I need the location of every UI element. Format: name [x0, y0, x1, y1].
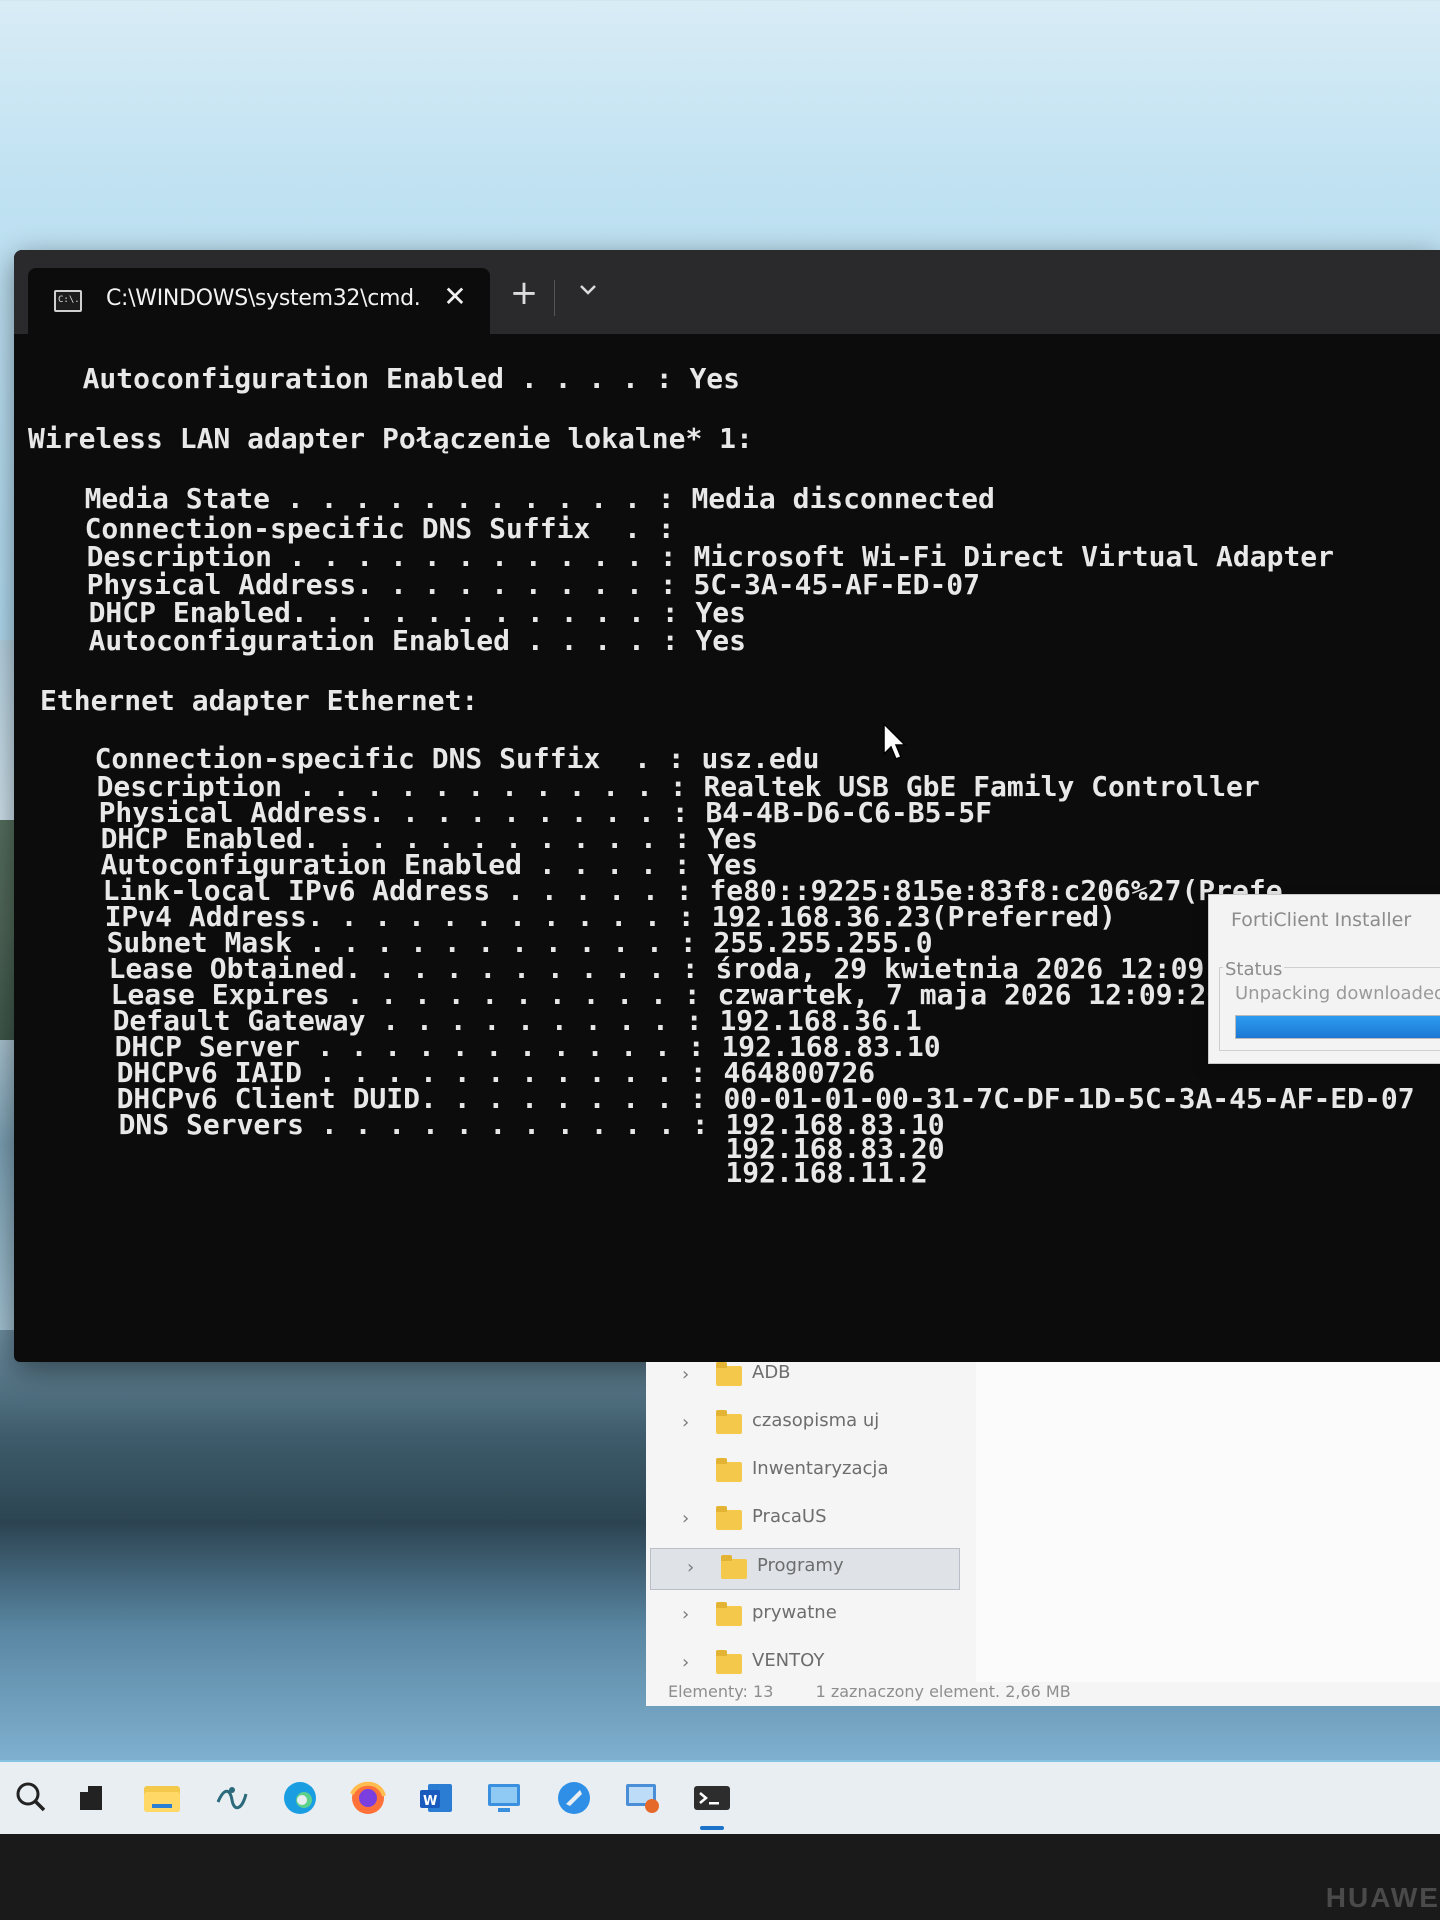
- firefox-icon[interactable]: [346, 1776, 390, 1820]
- remote-desktop-icon[interactable]: [482, 1776, 526, 1820]
- selection-info: 1 zaznaczony element. 2,66 MB: [815, 1682, 1071, 1701]
- tree-item-label: czasopisma uj: [752, 1410, 880, 1431]
- tree-item-label: ADB: [752, 1362, 791, 1383]
- terminal-tab[interactable]: C:\. C:\WINDOWS\system32\cmd. ✕: [28, 268, 490, 334]
- folder-icon: [716, 1410, 742, 1434]
- chevron-down-icon: [580, 285, 596, 295]
- tree-item[interactable]: › VENTOY: [646, 1644, 956, 1686]
- status-label: Status: [1223, 959, 1285, 980]
- search-icon[interactable]: [10, 1776, 54, 1820]
- terminal-line: 192.168.11.2: [68, 1156, 928, 1189]
- chevron-right-icon[interactable]: ›: [682, 1508, 689, 1529]
- status-message: Unpacking downloaded f: [1235, 983, 1440, 1004]
- tab-separator: [554, 280, 555, 316]
- terminal-output[interactable]: Autoconfiguration Enabled . . . . : Yes W…: [14, 334, 1440, 1362]
- folder-icon: [716, 1650, 742, 1674]
- terminal-tab-bar: C:\. C:\WINDOWS\system32\cmd. ✕ +: [14, 250, 1440, 334]
- close-tab-button[interactable]: ✕: [438, 280, 472, 313]
- app-blue-icon[interactable]: [552, 1776, 596, 1820]
- forticlient-installer-dialog[interactable]: FortiClient Installer Status Unpacking d…: [1208, 894, 1440, 1064]
- dialog-title: FortiClient Installer: [1231, 909, 1412, 931]
- folder-icon: [716, 1602, 742, 1626]
- chevron-right-icon[interactable]: ›: [682, 1604, 689, 1625]
- folder-icon: [716, 1506, 742, 1530]
- tree-item-label: VENTOY: [752, 1650, 825, 1671]
- explorer-status-bar: Elementy: 13 1 zaznaczony element. 2,66 …: [668, 1682, 1071, 1701]
- tree-item-label: Inwentaryzacja: [752, 1458, 889, 1479]
- edge-icon[interactable]: [278, 1776, 322, 1820]
- terminal-line: Media State . . . . . . . . . . . : Medi…: [34, 482, 995, 515]
- terminal-line: Autoconfiguration Enabled . . . . : Yes: [38, 624, 747, 657]
- tree-item[interactable]: Inwentaryzacja: [646, 1452, 956, 1494]
- task-view-icon[interactable]: [70, 1776, 114, 1820]
- laptop-bezel: HUAWE: [0, 1834, 1440, 1920]
- taskbar: W: [0, 1762, 1440, 1834]
- mouse-cursor-icon: [883, 722, 907, 760]
- svg-text:W: W: [423, 1794, 437, 1809]
- chevron-right-icon[interactable]: ›: [687, 1557, 694, 1578]
- folder-icon: [721, 1555, 747, 1579]
- tree-item[interactable]: › czasopisma uj: [646, 1404, 956, 1446]
- terminal-window: C:\. C:\WINDOWS\system32\cmd. ✕ + Autoco…: [14, 250, 1440, 1362]
- tree-item[interactable]: › Programy: [650, 1548, 960, 1590]
- item-count: Elementy: 13: [668, 1682, 774, 1701]
- tree-item[interactable]: › ADB: [646, 1356, 956, 1398]
- chevron-right-icon[interactable]: ›: [682, 1412, 689, 1433]
- file-explorer-icon[interactable]: [140, 1776, 184, 1820]
- tree-item[interactable]: › PracaUS: [646, 1500, 956, 1542]
- tree-item-label: Programy: [757, 1555, 844, 1576]
- tree-item-label: PracaUS: [752, 1506, 827, 1527]
- folder-icon: [716, 1458, 742, 1482]
- new-tab-button[interactable]: +: [504, 276, 544, 310]
- tab-title: C:\WINDOWS\system32\cmd.: [106, 286, 421, 311]
- terminal-line: Wireless LAN adapter Połączenie lokalne*…: [28, 422, 753, 455]
- brand-logo: HUAWE: [1325, 1882, 1440, 1913]
- explorer-content-pane: [976, 1362, 1440, 1682]
- chevron-right-icon[interactable]: ›: [682, 1364, 689, 1385]
- app-icon[interactable]: [210, 1776, 254, 1820]
- progress-bar: [1235, 1015, 1440, 1039]
- cmd-icon: C:\.: [54, 290, 82, 312]
- terminal-line: Ethernet adapter Ethernet:: [40, 684, 479, 717]
- terminal-line: Autoconfiguration Enabled . . . . : Yes: [32, 362, 741, 395]
- folder-icon: [716, 1362, 742, 1386]
- chevron-right-icon[interactable]: ›: [682, 1652, 689, 1673]
- word-icon[interactable]: W: [414, 1776, 458, 1820]
- tree-item-label: prywatne: [752, 1602, 837, 1623]
- file-explorer-window: › ADB › czasopisma uj Inwentaryzacja › PracaUS…: [646, 1362, 1440, 1706]
- installer-icon[interactable]: [620, 1776, 664, 1820]
- tab-dropdown-button[interactable]: [570, 282, 606, 301]
- tree-item[interactable]: › prywatne: [646, 1596, 956, 1638]
- terminal-icon[interactable]: [690, 1776, 734, 1830]
- progress-fill: [1236, 1016, 1440, 1038]
